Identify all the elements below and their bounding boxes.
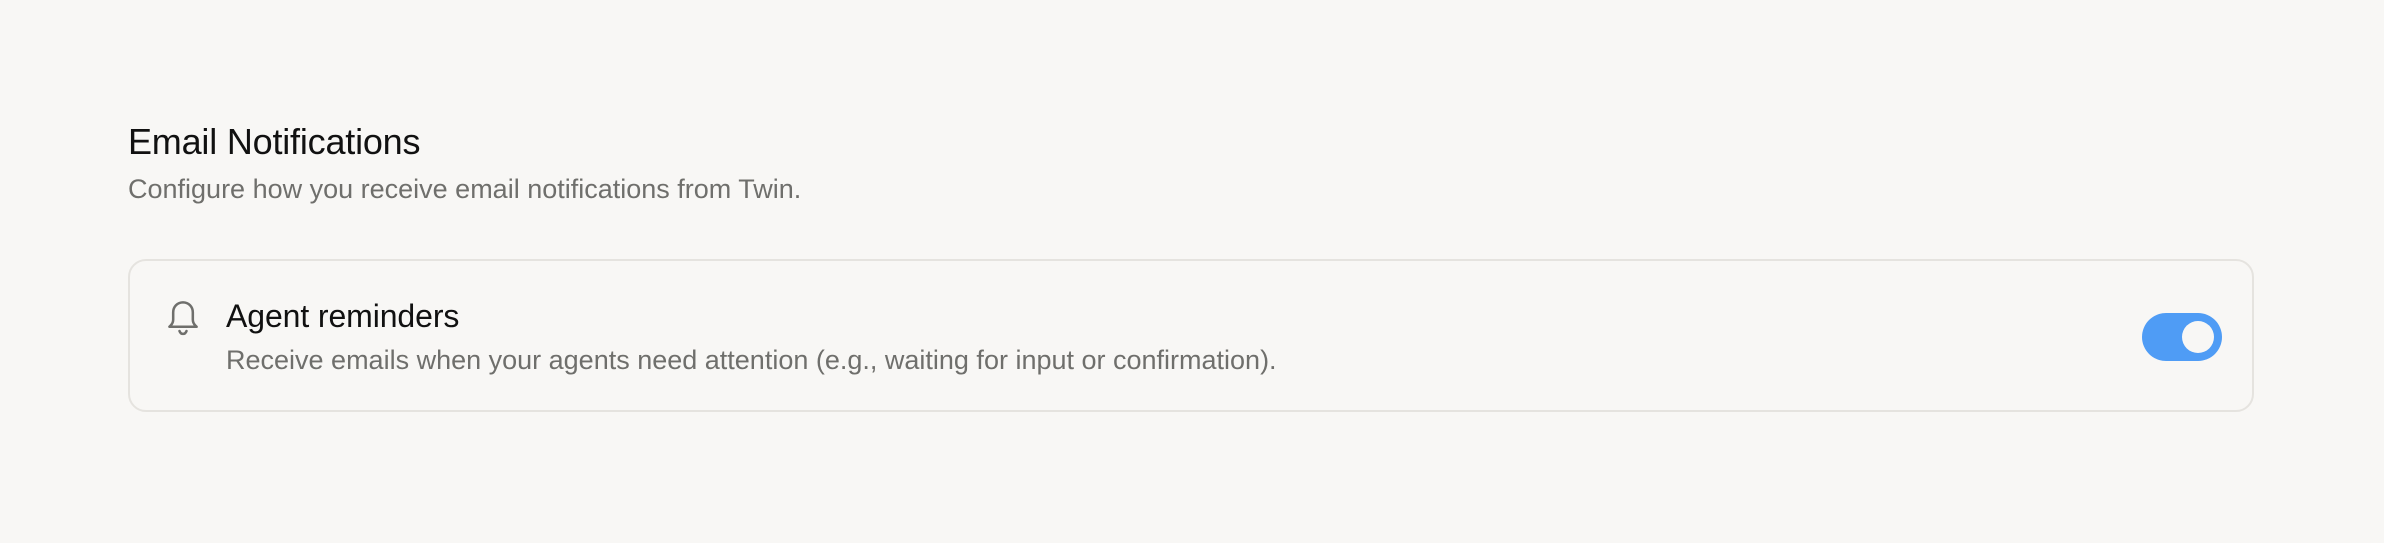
agent-reminders-description: Receive emails when your agents need att… [226, 345, 1277, 375]
toggle-knob [2182, 321, 2214, 353]
email-notifications-section: Email Notifications Configure how you re… [128, 118, 2256, 412]
section-title: Email Notifications [128, 121, 421, 162]
agent-reminders-title: Agent reminders [226, 298, 460, 334]
agent-reminders-toggle[interactable] [2142, 313, 2222, 361]
bell-icon [164, 298, 202, 340]
agent-reminders-card: Agent reminders Receive emails when your… [128, 259, 2254, 412]
section-description: Configure how you receive email notifica… [128, 174, 802, 204]
